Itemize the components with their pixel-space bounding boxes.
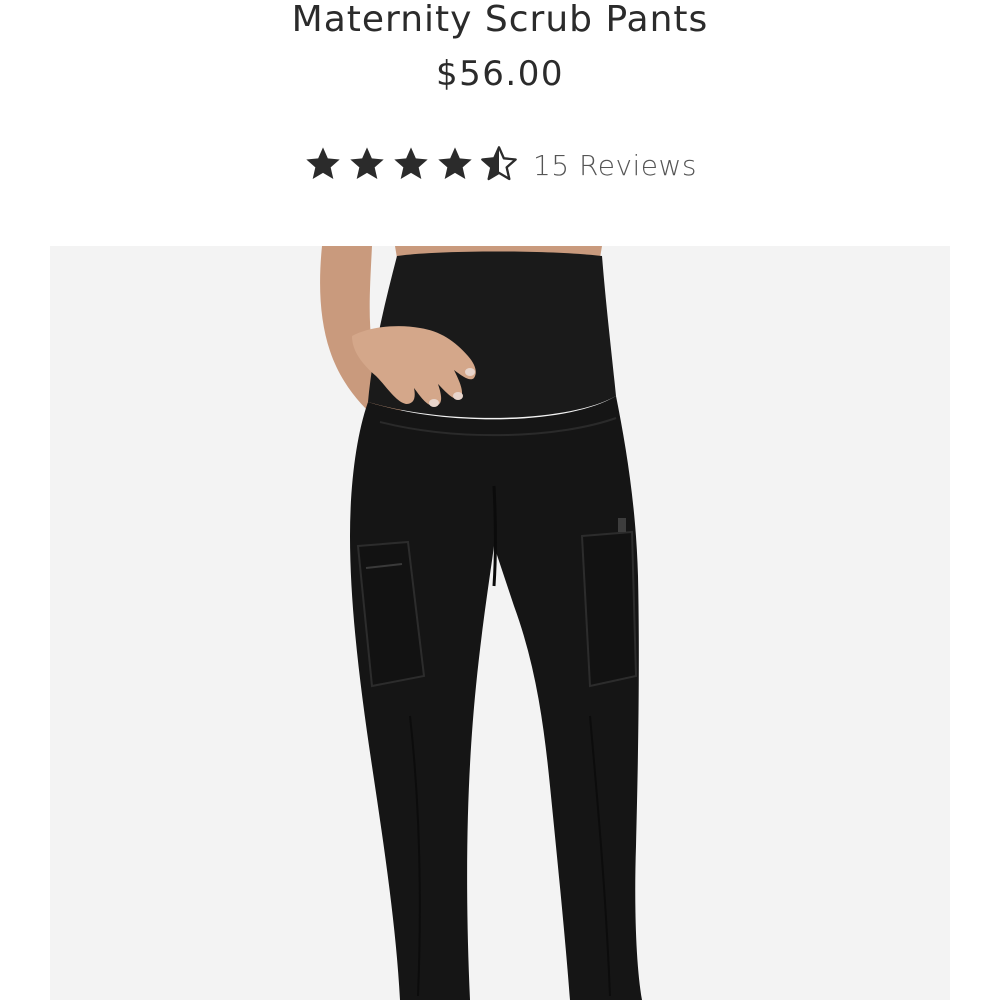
star-rating[interactable] bbox=[303, 144, 519, 184]
star-full-icon bbox=[306, 147, 340, 179]
star-full-icon bbox=[394, 147, 428, 179]
reviews-link[interactable]: 15 Reviews bbox=[533, 149, 697, 182]
product-price: $56.00 bbox=[436, 54, 564, 94]
product-image[interactable] bbox=[50, 246, 950, 1000]
rating-row: 15 Reviews bbox=[0, 140, 1000, 188]
star-full-icon bbox=[438, 147, 472, 179]
product-photo bbox=[320, 246, 642, 1000]
star-half-icon bbox=[481, 146, 517, 181]
star-full-icon bbox=[350, 147, 384, 179]
product-title: Maternity Scrub Pants bbox=[291, 0, 709, 40]
